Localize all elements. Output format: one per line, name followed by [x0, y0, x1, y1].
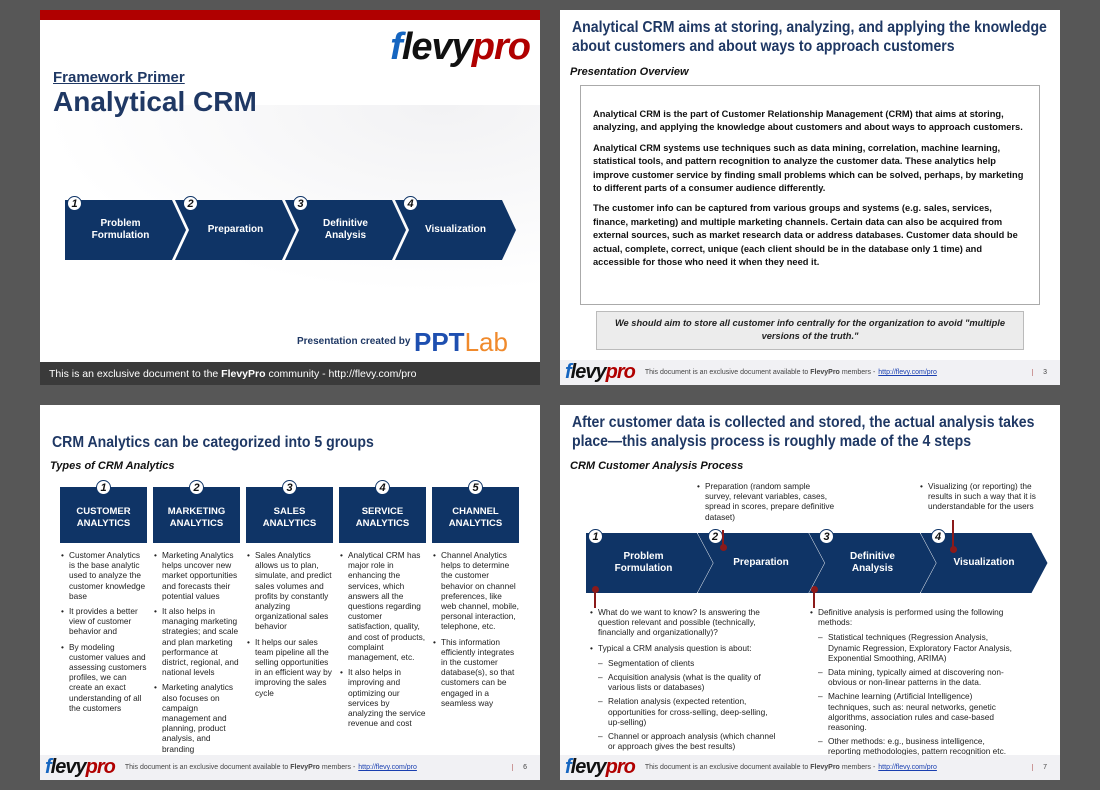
bullet-item: Typical a CRM analysis question is about…	[590, 643, 780, 653]
flevypro-logo: flevypro	[390, 26, 531, 68]
slide-3-overview[interactable]: Analytical CRM aims at storing, analyzin…	[560, 10, 1060, 385]
slide-7-analysis-process[interactable]: After customer data is collected and sto…	[560, 405, 1060, 780]
slide-subtitle: Types of CRM Analytics	[50, 460, 175, 472]
step-number-badge: 1	[67, 196, 82, 211]
step-label: Definitive Analysis	[322, 218, 368, 241]
slide-title: After customer data is collected and sto…	[572, 414, 1035, 450]
overview-paragraph: Analytical CRM systems use techniques su…	[593, 142, 1024, 194]
bullet-item: Marketing analytics also focuses on camp…	[154, 682, 240, 753]
slide-title: CRM Analytics can be categorized into 5 …	[52, 434, 374, 451]
slide-subtitle: Presentation Overview	[570, 66, 689, 78]
step-label: Visualization	[425, 224, 486, 235]
problem-formulation-notes: What do we want to know? Is answering th…	[590, 607, 780, 755]
sub-bullet-item: Relation analysis (expected retention, o…	[590, 696, 780, 727]
slide-footer: flevypro This document is an exclusive d…	[560, 360, 1060, 385]
bullet-item: Definitive analysis is performed using t…	[810, 607, 1015, 627]
step-label: Problem Formulation	[614, 551, 673, 574]
group-header-2: MARKETING ANALYTICS	[153, 487, 240, 543]
step-label: Visualization	[953, 557, 1015, 568]
group-header-5: CHANNEL ANALYTICS	[432, 487, 519, 543]
sub-bullet-item: Data mining, typically aimed at discover…	[810, 667, 1015, 687]
overview-box: Analytical CRM is the part of Customer R…	[580, 85, 1040, 305]
bullet-item: What do we want to know? Is answering th…	[590, 607, 780, 638]
group-header-1: CUSTOMER ANALYTICS	[60, 487, 147, 543]
step-chevron-1: Problem Formulation	[65, 200, 186, 260]
sub-bullet-item: Segmentation of clients	[590, 658, 780, 668]
marker-dot	[719, 544, 727, 551]
definitive-analysis-notes: Definitive analysis is performed using t…	[810, 607, 1015, 761]
flevy-link[interactable]: http://flevy.com/pro	[878, 764, 937, 771]
flevypro-logo: flevypro	[565, 361, 636, 383]
flevypro-logo: flevypro	[45, 756, 116, 778]
bullet-item: Customer Analytics is the base analytic …	[61, 550, 147, 601]
group-header-4: SERVICE ANALYTICS	[339, 487, 426, 543]
group-bullets: Channel Analytics helps to determine the…	[433, 550, 519, 713]
bullet-item: It helps our sales team pipeline all the…	[247, 637, 333, 698]
callout-visualization: Visualizing (or reporting) the results i…	[920, 481, 1045, 517]
group-number-badge: 4	[375, 480, 390, 495]
sub-bullet-item: Acquisition analysis (what is the qualit…	[590, 672, 780, 692]
bullet-item: By modeling customer values and assessin…	[61, 642, 147, 713]
bullet-item: It also helps in managing marketing stra…	[154, 606, 240, 677]
page-number: 7	[1032, 764, 1047, 771]
group-bullets: Analytical CRM has major role in enhanci…	[340, 550, 426, 733]
callout-preparation: Preparation (random sample survey, relev…	[697, 481, 837, 527]
group-number-badge: 3	[282, 480, 297, 495]
step-label: Definitive Analysis	[849, 551, 895, 574]
group-number-badge: 5	[468, 480, 483, 495]
step-chevron-1: Problem Formulation	[586, 533, 713, 593]
sub-bullet-item: Statistical techniques (Regression Analy…	[810, 632, 1015, 663]
page-number: 6	[512, 764, 527, 771]
sub-bullet-item: Machine learning (Artificial Intelligenc…	[810, 691, 1015, 732]
marker-dot	[949, 546, 957, 553]
flevy-link[interactable]: http://flevy.com/pro	[358, 764, 417, 771]
page-number: 3	[1032, 369, 1047, 376]
step-number-badge: 3	[293, 196, 308, 211]
top-accent-bar	[40, 10, 540, 20]
slide-title: Analytical CRM aims at storing, analyzin…	[572, 19, 1047, 55]
overview-paragraph: Analytical CRM is the part of Customer R…	[593, 109, 1023, 133]
bullet-item: Marketing Analytics helps uncover new ma…	[154, 550, 240, 601]
cover-title: Analytical CRM	[53, 86, 257, 117]
slide-footer: flevypro This document is an exclusive d…	[560, 755, 1060, 780]
slide-footer: flevypro This document is an exclusive d…	[40, 755, 540, 780]
group-number-badge: 1	[96, 480, 111, 495]
created-by-label: Presentation created by	[297, 336, 411, 347]
bullet-item: Sales Analytics allows us to plan, simul…	[247, 550, 333, 632]
slide-6-analytics-groups[interactable]: CRM Analytics can be categorized into 5 …	[40, 405, 540, 780]
cover-footer: This is an exclusive document to the Fle…	[40, 362, 540, 385]
step-number-badge: 1	[588, 529, 603, 544]
group-bullets: Customer Analytics is the base analytic …	[61, 550, 147, 718]
slide-subtitle: CRM Customer Analysis Process	[570, 460, 744, 472]
bullet-item: It also helps in improving and optimizin…	[340, 667, 426, 728]
step-label: Problem Formulation	[91, 218, 150, 241]
step-number-badge: 3	[819, 529, 834, 544]
step-label: Preparation	[207, 224, 264, 235]
key-quote: We should aim to store all customer info…	[596, 311, 1024, 350]
bullet-item: This information efficiently integrates …	[433, 637, 519, 708]
pptlab-logo: PPTLab	[414, 327, 508, 357]
sub-bullet-item: Other methods: e.g., business intelligen…	[810, 736, 1015, 756]
bullet-item: Channel Analytics helps to determine the…	[433, 550, 519, 632]
group-number-badge: 2	[189, 480, 204, 495]
group-bullets: Marketing Analytics helps uncover new ma…	[154, 550, 240, 759]
step-number-badge: 4	[930, 529, 946, 544]
step-label: Preparation	[733, 557, 789, 568]
slide-1-cover[interactable]: flevypro Framework Primer Analytical CRM…	[40, 10, 540, 385]
step-number-badge: 4	[403, 196, 418, 211]
bullet-item: Analytical CRM has major role in enhanci…	[340, 550, 426, 662]
overview-paragraph: The customer info can be captured from v…	[593, 203, 1018, 268]
group-bullets: Sales Analytics allows us to plan, simul…	[247, 550, 333, 703]
flevy-link[interactable]: http://flevy.com/pro	[878, 369, 937, 376]
step-number-badge: 2	[183, 196, 198, 211]
sub-bullet-item: Channel or approach analysis (which chan…	[590, 731, 780, 751]
group-header-3: SALES ANALYTICS	[246, 487, 333, 543]
step-number-badge: 2	[707, 529, 723, 544]
bullet-item: It provides a better view of customer be…	[61, 606, 147, 637]
framework-primer-label: Framework Primer	[53, 69, 185, 86]
flevypro-logo: flevypro	[565, 756, 636, 778]
